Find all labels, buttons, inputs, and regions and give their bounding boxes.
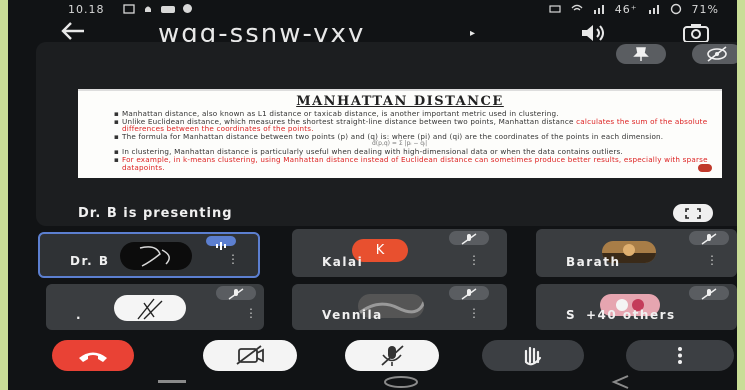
muted-mic-icon bbox=[449, 231, 489, 245]
mute-icon bbox=[549, 5, 561, 13]
participant-tile[interactable]: S +40 others bbox=[536, 284, 737, 330]
participant-name: Kalai bbox=[322, 255, 364, 269]
meeting-info-caret-icon[interactable]: ▸ bbox=[470, 28, 475, 39]
app-icon bbox=[160, 6, 175, 13]
participant-name: Barath bbox=[566, 255, 621, 269]
signal-icon-2 bbox=[648, 5, 659, 14]
recents-icon[interactable] bbox=[158, 380, 186, 383]
phone-screen: 10.18 46⁺ 71% wgg-ssnw-vxv ▸ MANHATTAN D… bbox=[8, 0, 737, 390]
participant-tile[interactable]: Vennila ⋮ bbox=[292, 284, 507, 330]
slide-title: MANHATTAN DISTANCE bbox=[296, 94, 504, 109]
raise-hand-icon bbox=[524, 346, 542, 366]
muted-mic-icon bbox=[216, 286, 256, 300]
others-avatar-letter: S bbox=[566, 308, 575, 322]
participant-tile[interactable]: K Kalai ⋮ bbox=[292, 229, 507, 277]
status-right: 46⁺ 71% bbox=[549, 3, 719, 16]
participant-tile[interactable]: Dr. B ⋮ bbox=[38, 232, 260, 278]
vertical-dots-icon bbox=[678, 347, 682, 364]
slide-bullets: Manhattan distance, also known as L1 dis… bbox=[78, 109, 722, 171]
pin-icon[interactable] bbox=[616, 44, 666, 64]
participant-name: Dr. B bbox=[70, 254, 110, 268]
speaking-indicator-icon bbox=[206, 236, 236, 250]
more-options-icon[interactable]: ⋮ bbox=[706, 254, 718, 270]
avatar bbox=[120, 242, 192, 270]
more-options-icon[interactable]: ⋮ bbox=[468, 254, 480, 270]
status-time: 10.18 bbox=[68, 2, 105, 16]
back-nav-icon[interactable] bbox=[611, 375, 629, 389]
more-options-icon[interactable]: ⋮ bbox=[468, 307, 480, 323]
slide-bullet: Unlike Euclidean distance, which measure… bbox=[114, 117, 714, 133]
more-options-icon[interactable]: ⋮ bbox=[227, 253, 239, 269]
battery-level: 71% bbox=[691, 2, 719, 16]
raise-hand-button[interactable] bbox=[482, 340, 584, 371]
home-icon[interactable] bbox=[384, 376, 418, 388]
participant-tile[interactable]: Barath ⋮ bbox=[536, 229, 737, 277]
muted-mic-icon bbox=[689, 286, 729, 300]
android-nav-bar bbox=[8, 374, 737, 390]
more-options-icon[interactable]: ⋮ bbox=[245, 307, 257, 323]
camera-off-icon bbox=[236, 345, 264, 365]
slide-bullet: For example, in k-means clustering, usin… bbox=[114, 156, 714, 171]
participant-tile[interactable]: . ⋮ bbox=[46, 284, 264, 330]
slide-marker bbox=[698, 164, 712, 172]
wifi-icon bbox=[571, 4, 583, 11]
muted-mic-icon bbox=[689, 231, 729, 245]
presenter-label: Dr. B is presenting bbox=[78, 206, 233, 221]
call-controls bbox=[8, 338, 737, 374]
others-count[interactable]: +40 others bbox=[586, 308, 676, 322]
avatar bbox=[114, 295, 186, 321]
muted-mic-icon bbox=[449, 286, 489, 300]
status-bar: 10.18 46⁺ 71% bbox=[8, 0, 737, 18]
signal-icon bbox=[593, 5, 604, 14]
cast-icon bbox=[122, 4, 135, 14]
notification-icons bbox=[122, 4, 192, 14]
hide-presentation-icon[interactable] bbox=[692, 44, 737, 64]
notification-bell-icon bbox=[144, 6, 151, 12]
messenger-icon bbox=[182, 4, 192, 13]
mic-toggle-button[interactable] bbox=[345, 340, 439, 371]
end-call-button[interactable] bbox=[52, 340, 134, 371]
fullscreen-icon[interactable] bbox=[673, 204, 713, 222]
mic-off-icon bbox=[381, 345, 404, 366]
more-options-button[interactable] bbox=[626, 340, 734, 371]
camera-toggle-button[interactable] bbox=[203, 340, 297, 371]
battery-icon bbox=[670, 3, 681, 15]
participant-name: Vennila bbox=[322, 308, 383, 322]
participant-name: . bbox=[76, 308, 83, 322]
network-type: 46⁺ bbox=[614, 2, 638, 16]
shared-slide: MANHATTAN DISTANCE Manhattan distance, a… bbox=[78, 89, 722, 178]
slide-bullet: The formula for Manhattan distance betwe… bbox=[114, 132, 714, 141]
